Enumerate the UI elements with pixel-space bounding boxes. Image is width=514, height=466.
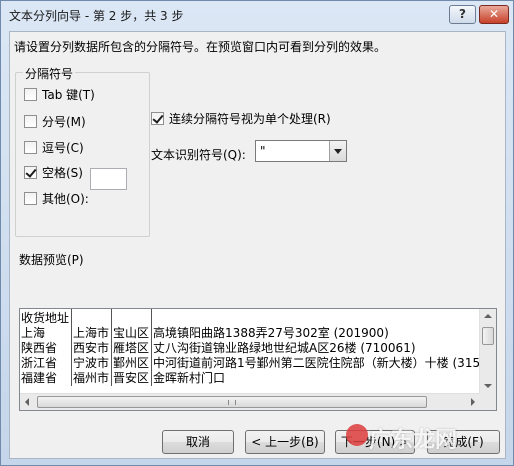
tab-checkbox[interactable] (24, 87, 37, 101)
preview-cell: 浙江省 (20, 356, 73, 371)
table-row: 福建省 福州市 晋安区 金晖新村门口 (20, 371, 480, 386)
preview-cell: 西安市 (71, 341, 113, 356)
space-checkbox[interactable] (24, 165, 37, 179)
preview-cell: 收货地址 (20, 309, 73, 326)
table-row: 陕西省 西安市 雁塔区 丈八沟街道锦业路绿地世纪城A区26楼 (710061) (20, 341, 480, 356)
preview-table: 收货地址 上海 上海市 宝山区 高境镇阳曲路1388弄27号302室 (2019… (20, 309, 480, 386)
delimiters-group: 分隔符号 Tab 键(T) 分号(M) 逗号(C) 空格(S) 其他(O): (15, 65, 150, 237)
cancel-button[interactable]: 取消 (162, 430, 234, 454)
preview-cell: 晋安区 (111, 371, 153, 386)
space-delimiter-option[interactable]: 空格(S) (24, 163, 83, 181)
text-qualifier-value: " (260, 144, 266, 158)
other-delimiter-option[interactable]: 其他(O): (24, 189, 89, 207)
help-button[interactable]: ? (449, 5, 476, 24)
scrollbar-corner (479, 393, 496, 410)
preview-cell: 丈八沟街道锦业路绿地世纪城A区26楼 (710061) (153, 341, 416, 355)
close-button[interactable]: ✕ (479, 5, 509, 24)
other-checkbox[interactable] (24, 191, 37, 205)
table-row: 浙江省 宁波市 鄞州区 中河街道前河路1号鄞州第二医院住院部（新大楼）十楼 (3… (20, 356, 480, 371)
instruction-text: 请设置分列数据所包含的分隔符号。在预览窗口内可看到分列的效果。 (14, 40, 387, 54)
other-delimiter-input[interactable] (90, 168, 127, 190)
table-row: 收货地址 (20, 309, 480, 326)
watermark-text: 广东龙网 (369, 428, 458, 453)
space-label: 空格(S) (42, 165, 83, 180)
title-bar: 文本分列向导 - 第 2 步，共 3 步 ? ✕ (1, 1, 513, 29)
window-title: 文本分列向导 - 第 2 步，共 3 步 (9, 9, 184, 23)
text-qualifier-select[interactable]: " (255, 140, 347, 162)
preview-cell: 宝山区 (111, 326, 153, 341)
semicolon-delimiter-option[interactable]: 分号(M) (24, 112, 86, 130)
preview-cell (71, 309, 113, 326)
consecutive-delimiters-option[interactable]: 连续分隔符号视为单个处理(R) (151, 109, 331, 127)
semicolon-label: 分号(M) (42, 114, 86, 129)
watermark-logo-icon (346, 424, 368, 446)
delimiters-group-title: 分隔符号 (23, 65, 76, 82)
preview-cell: 中河街道前河路1号鄞州第二医院住院部（新大楼）十楼 (315 (153, 356, 480, 370)
preview-cell: 福州市 (71, 371, 113, 386)
data-preview: 收货地址 上海 上海市 宝山区 高境镇阳曲路1388弄27号302室 (2019… (19, 308, 497, 411)
dialog-body: 请设置分列数据所包含的分隔符号。在预览窗口内可看到分列的效果。 分隔符号 Tab… (9, 31, 506, 459)
horizontal-scrollbar[interactable] (20, 393, 480, 410)
vertical-scroll-thumb[interactable] (482, 327, 494, 345)
chevron-down-icon[interactable] (329, 141, 346, 161)
back-button[interactable]: < 上一步(B) (245, 430, 325, 454)
data-preview-label: 数据预览(P) (19, 253, 84, 267)
other-label: 其他(O): (42, 191, 89, 206)
preview-cell: 上海市 (71, 326, 113, 341)
preview-cell: 高境镇阳曲路1388弄27号302室 (201900) (153, 326, 389, 340)
comma-delimiter-option[interactable]: 逗号(C) (24, 138, 84, 156)
text-to-columns-dialog: 文本分列向导 - 第 2 步，共 3 步 ? ✕ 请设置分列数据所包含的分隔符号… (0, 0, 514, 466)
preview-cell (111, 309, 153, 326)
vertical-scrollbar[interactable] (479, 309, 496, 393)
comma-label: 逗号(C) (42, 140, 84, 155)
preview-cell: 鄞州区 (111, 356, 153, 371)
preview-cell: 金晖新村门口 (153, 371, 226, 385)
preview-cell: 上海 (20, 326, 73, 341)
comma-checkbox[interactable] (24, 140, 37, 154)
scroll-down-icon[interactable] (484, 384, 492, 388)
tab-delimiter-option[interactable]: Tab 键(T) (24, 85, 95, 103)
text-qualifier-label: 文本识别符号(Q): (151, 148, 246, 162)
table-row: 上海 上海市 宝山区 高境镇阳曲路1388弄27号302室 (201900) (20, 326, 480, 341)
scroll-left-icon[interactable] (25, 398, 29, 406)
consecutive-checkbox[interactable] (151, 111, 164, 125)
scroll-up-icon[interactable] (484, 314, 492, 318)
preview-cell: 宁波市 (71, 356, 113, 371)
preview-cell: 福建省 (20, 371, 73, 386)
semicolon-checkbox[interactable] (24, 114, 37, 128)
preview-cell (152, 309, 480, 326)
preview-cell: 雁塔区 (111, 341, 153, 356)
horizontal-scroll-thumb[interactable] (37, 396, 427, 408)
scroll-right-icon[interactable] (471, 398, 475, 406)
consecutive-label: 连续分隔符号视为单个处理(R) (169, 111, 331, 126)
preview-grid: 收货地址 上海 上海市 宝山区 高境镇阳曲路1388弄27号302室 (2019… (20, 309, 480, 393)
tab-label: Tab 键(T) (42, 87, 95, 102)
preview-cell: 陕西省 (20, 341, 73, 356)
grip-icon (228, 400, 236, 405)
